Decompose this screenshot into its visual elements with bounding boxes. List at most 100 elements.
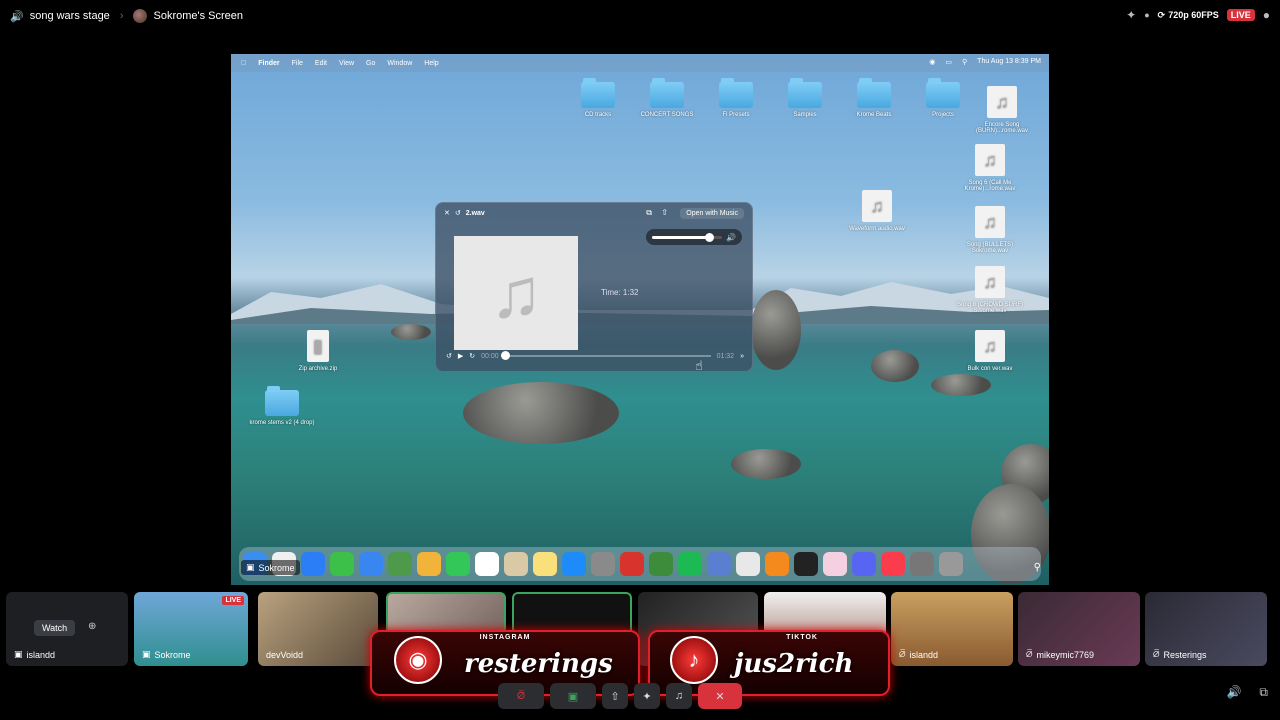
- desktop-file[interactable]: ♫ Waveform audio.wav: [842, 190, 912, 232]
- menu-item-file[interactable]: File: [292, 60, 303, 67]
- menu-item-view[interactable]: View: [339, 60, 354, 67]
- desktop-file[interactable]: ♫ Song (BULLETS) Sokrome.wav: [955, 206, 1025, 254]
- menu-item-window[interactable]: Window: [387, 60, 412, 67]
- dock-app-icon[interactable]: [301, 552, 325, 576]
- stream-quality[interactable]: ⟳ 720p 60FPS: [1158, 10, 1219, 21]
- play-icon[interactable]: ▶: [458, 352, 463, 360]
- menu-item-help[interactable]: Help: [424, 60, 438, 67]
- dock-app-icon[interactable]: [533, 552, 557, 576]
- volume-track[interactable]: [652, 232, 723, 242]
- audio-preview-window[interactable]: ✕ ↺ 2.wav ⧉ ⇧ Open with Music ♫ 🔊 Time: …: [435, 202, 753, 372]
- forward-icon[interactable]: ↻: [469, 352, 475, 360]
- dock-app-icon[interactable]: [591, 552, 615, 576]
- fast-forward-icon[interactable]: »: [740, 353, 744, 360]
- search-icon[interactable]: ⚲: [962, 58, 967, 66]
- participant-tile[interactable]: ⦱ mikeymic7769: [1018, 592, 1140, 666]
- participant-tile[interactable]: LIVE ▣ Sokrome: [134, 592, 248, 666]
- zoom-icon[interactable]: ⚲: [1034, 562, 1041, 573]
- volume-fill: [652, 235, 710, 239]
- dock-app-icon[interactable]: [794, 552, 818, 576]
- dock-app-icon[interactable]: [388, 552, 412, 576]
- mac-dock: [239, 547, 1041, 581]
- share-icon[interactable]: ⇧: [661, 208, 668, 217]
- dock-app-icon[interactable]: [852, 552, 876, 576]
- dock-app-icon[interactable]: [330, 552, 354, 576]
- desktop-folder[interactable]: CD tracks: [563, 78, 633, 118]
- activity-icon[interactable]: ✦: [1126, 8, 1136, 22]
- rock: [931, 374, 991, 396]
- menu-item-go[interactable]: Go: [366, 60, 375, 67]
- folder-icon: [857, 78, 891, 108]
- leave-call-button[interactable]: ✕: [698, 683, 742, 709]
- dock-app-icon[interactable]: [939, 552, 963, 576]
- folder-icon: [788, 78, 822, 108]
- speaker-icon[interactable]: 🔊: [726, 233, 736, 242]
- instagram-icon: ◉: [394, 636, 442, 684]
- dock-app-icon[interactable]: [504, 552, 528, 576]
- expand-icon[interactable]: ↺: [455, 209, 461, 217]
- menu-app-name[interactable]: Finder: [258, 60, 279, 67]
- dock-app-icon[interactable]: [359, 552, 383, 576]
- avatar: [133, 9, 148, 23]
- shared-screen[interactable]:  Finder File Edit View Go Window Help ◉…: [231, 54, 1049, 585]
- menu-item-edit[interactable]: Edit: [315, 60, 327, 67]
- soundboard-button[interactable]: ♫: [666, 683, 692, 709]
- volume-slider[interactable]: 🔊: [646, 229, 742, 245]
- corner-controls: 🔊 ⧉: [1226, 685, 1268, 700]
- chat-icon[interactable]: ●: [1263, 8, 1270, 22]
- desktop-folder[interactable]: CONCERT SONGS: [632, 78, 702, 118]
- desktop-file[interactable]: ♫ Encore Song (BURN)...rome.wav: [967, 86, 1037, 134]
- dock-app-icon[interactable]: [620, 552, 644, 576]
- rewind-icon[interactable]: ↺: [446, 352, 452, 360]
- menubar-clock[interactable]: Thu Aug 13 8:39 PM: [977, 58, 1041, 66]
- dock-app-icon[interactable]: [765, 552, 789, 576]
- desktop-folder[interactable]: Samples: [770, 78, 840, 118]
- desktop-file[interactable]: ▮ Zip archive.zip: [283, 330, 353, 372]
- activities-button[interactable]: ✦: [634, 683, 660, 709]
- open-with-music-button[interactable]: Open with Music: [680, 208, 744, 219]
- dock-app-icon[interactable]: [678, 552, 702, 576]
- screen-share-icon: ▣: [246, 562, 255, 572]
- desktop-file[interactable]: ♫ Bulk con ver.wav: [955, 330, 1025, 372]
- desktop-folder[interactable]: Krome Beats: [839, 78, 909, 118]
- dock-app-icon[interactable]: [736, 552, 760, 576]
- participant-tile[interactable]: ⦱ Resterings: [1145, 592, 1267, 666]
- battery-icon[interactable]: ▭: [945, 58, 952, 66]
- voice-icon[interactable]: ●: [1144, 10, 1149, 20]
- menubar-status: ◉ ▭ ⚲ Thu Aug 13 8:39 PM: [929, 58, 1041, 66]
- desktop-folder[interactable]: krome stems v2 (4 drop): [247, 386, 317, 426]
- dock-app-icon[interactable]: [446, 552, 470, 576]
- wifi-icon[interactable]: ◉: [929, 58, 935, 66]
- participant-tile[interactable]: ⦱ islandd: [891, 592, 1013, 666]
- seek-knob[interactable]: [500, 351, 510, 360]
- live-badge: LIVE: [222, 596, 244, 605]
- instagram-handle: resterings: [464, 649, 613, 679]
- watch-button[interactable]: Watch: [34, 620, 76, 636]
- dock-app-icon[interactable]: [649, 552, 673, 576]
- apple-icon[interactable]: : [241, 60, 246, 67]
- participant-tile[interactable]: devVoidd: [258, 592, 378, 666]
- seek-bar[interactable]: [500, 351, 711, 360]
- rock: [463, 382, 619, 444]
- close-icon[interactable]: ✕: [444, 209, 450, 217]
- dock-app-icon[interactable]: [417, 552, 441, 576]
- fullscreen-icon[interactable]: ⧉: [646, 208, 652, 218]
- desktop-file[interactable]: ♫ Song 8 (CROWD SURF) S...ome.wav: [955, 266, 1025, 314]
- camera-button[interactable]: ▣: [550, 683, 596, 709]
- fullscreen-exit-icon[interactable]: ⧉: [1259, 685, 1268, 700]
- volume-knob[interactable]: [705, 232, 715, 242]
- mute-button[interactable]: ⦱: [498, 683, 544, 709]
- dock-app-icon[interactable]: [881, 552, 905, 576]
- pop-out-icon[interactable]: ⊕: [88, 621, 96, 632]
- time-label: Time: 1:32: [601, 288, 639, 297]
- volume-icon[interactable]: 🔊: [1226, 685, 1241, 700]
- dock-app-icon[interactable]: [823, 552, 847, 576]
- dock-app-icon[interactable]: [910, 552, 934, 576]
- dock-app-icon[interactable]: [562, 552, 586, 576]
- participant-tile[interactable]: Watch ⊕ ▣ islandd: [6, 592, 128, 666]
- dock-app-icon[interactable]: [475, 552, 499, 576]
- share-screen-button[interactable]: ⇧: [602, 683, 628, 709]
- desktop-file[interactable]: ♫ Song 6 (Call Me Krome)...rome.wav: [955, 144, 1025, 192]
- dock-app-icon[interactable]: [707, 552, 731, 576]
- desktop-folder[interactable]: Fl Presets: [701, 78, 771, 118]
